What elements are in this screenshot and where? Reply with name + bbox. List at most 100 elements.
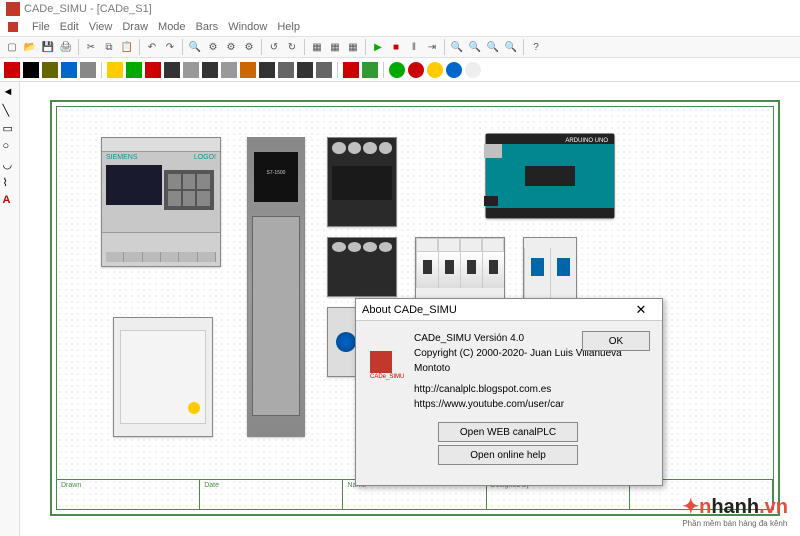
- comp-icon[interactable]: [107, 62, 123, 78]
- menu-help[interactable]: Help: [277, 21, 300, 33]
- zoom-all-icon[interactable]: 🔍: [503, 39, 519, 55]
- zoom-fit-icon[interactable]: 🔍: [485, 39, 501, 55]
- open-web-button[interactable]: Open WEB canalPLC: [438, 422, 578, 442]
- new-icon[interactable]: ▢: [4, 39, 20, 55]
- about-url1: http://canalplc.blogspot.com.es: [414, 382, 650, 397]
- device-siemens-logo[interactable]: SIEMENSLOGO!: [101, 137, 221, 267]
- grid-icon[interactable]: ▦: [309, 39, 325, 55]
- watermark-brand: ✦nhanh.vn: [682, 494, 788, 519]
- pause-icon[interactable]: ‖: [406, 39, 422, 55]
- comp-wire-icon[interactable]: [4, 62, 20, 78]
- about-url2: https://www.youtube.com/user/car: [414, 397, 650, 412]
- undo-icon[interactable]: ↶: [144, 39, 160, 55]
- separator: [261, 39, 262, 55]
- pointer-icon[interactable]: ◄: [3, 86, 17, 100]
- step-icon[interactable]: ⇥: [424, 39, 440, 55]
- device-rcd[interactable]: [113, 317, 213, 437]
- redo-icon[interactable]: ↷: [162, 39, 178, 55]
- comp-lamp-blue-icon[interactable]: [446, 62, 462, 78]
- comp-icon[interactable]: [23, 62, 39, 78]
- device-arduino-uno[interactable]: ARDUINO UNO: [485, 133, 615, 219]
- dialog-titlebar[interactable]: About CADe_SIMU ✕: [356, 299, 662, 321]
- menu-view[interactable]: View: [89, 21, 113, 33]
- help-icon[interactable]: ?: [528, 39, 544, 55]
- separator: [78, 39, 79, 55]
- comp-icon[interactable]: [126, 62, 142, 78]
- print-icon[interactable]: 🖨: [58, 39, 74, 55]
- tool-icon[interactable]: ⚙: [223, 39, 239, 55]
- open-help-button[interactable]: Open online help: [438, 445, 578, 465]
- stop-icon[interactable]: ■: [388, 39, 404, 55]
- left-toolbar: ◄ ╲ ▭ ○ ◡ ⌇ A: [0, 82, 20, 536]
- tb-date: Date: [200, 480, 343, 509]
- arc-icon[interactable]: ◡: [3, 158, 17, 172]
- text-icon[interactable]: A: [3, 194, 17, 208]
- cut-icon[interactable]: ✂: [83, 39, 99, 55]
- comp-icon[interactable]: [240, 62, 256, 78]
- separator: [383, 62, 384, 78]
- comp-lamp-red-icon[interactable]: [408, 62, 424, 78]
- menu-bar: File Edit View Draw Mode Bars Window Hel…: [0, 18, 800, 36]
- menu-draw[interactable]: Draw: [122, 21, 148, 33]
- component-toolbar: [0, 58, 800, 82]
- tool-icon[interactable]: ⚙: [241, 39, 257, 55]
- separator: [182, 39, 183, 55]
- device-contactor-aux[interactable]: [327, 237, 397, 297]
- close-icon[interactable]: ✕: [626, 302, 656, 318]
- zoom-out-icon[interactable]: 🔍: [467, 39, 483, 55]
- find-icon[interactable]: 🔍: [187, 39, 203, 55]
- separator: [365, 39, 366, 55]
- circle-icon[interactable]: ○: [3, 140, 17, 154]
- system-menu-icon[interactable]: [8, 22, 18, 32]
- device-s7-1500[interactable]: S7-1500: [247, 137, 305, 437]
- menu-file[interactable]: File: [32, 21, 50, 33]
- comp-lamp-white-icon[interactable]: [465, 62, 481, 78]
- comp-icon[interactable]: [221, 62, 237, 78]
- separator: [304, 39, 305, 55]
- separator: [139, 39, 140, 55]
- watermark-subtitle: Phần mềm bán hàng đa kênh: [682, 519, 788, 528]
- comp-icon[interactable]: [61, 62, 77, 78]
- open-icon[interactable]: 📂: [22, 39, 38, 55]
- comp-icon[interactable]: [278, 62, 294, 78]
- menu-window[interactable]: Window: [228, 21, 267, 33]
- zoom-in-icon[interactable]: 🔍: [449, 39, 465, 55]
- grid-icon[interactable]: ▦: [345, 39, 361, 55]
- rotate-right-icon[interactable]: ↻: [284, 39, 300, 55]
- line-icon[interactable]: ╲: [3, 104, 17, 118]
- comp-led-red-icon[interactable]: [343, 62, 359, 78]
- play-icon[interactable]: ▶: [370, 39, 386, 55]
- comp-icon[interactable]: [183, 62, 199, 78]
- rotate-left-icon[interactable]: ↺: [266, 39, 282, 55]
- ok-button[interactable]: OK: [582, 331, 650, 351]
- comp-icon[interactable]: [259, 62, 275, 78]
- polyline-icon[interactable]: ⌇: [3, 176, 17, 190]
- comp-led-green-icon[interactable]: [362, 62, 378, 78]
- comp-icon[interactable]: [316, 62, 332, 78]
- comp-lamp-yellow-icon[interactable]: [427, 62, 443, 78]
- watermark: ✦nhanh.vn Phần mềm bán hàng đa kênh: [682, 494, 788, 528]
- comp-icon[interactable]: [297, 62, 313, 78]
- comp-icon[interactable]: [145, 62, 161, 78]
- comp-icon[interactable]: [164, 62, 180, 78]
- comp-icon[interactable]: [80, 62, 96, 78]
- comp-lamp-green-icon[interactable]: [389, 62, 405, 78]
- grid-icon[interactable]: ▦: [327, 39, 343, 55]
- copy-icon[interactable]: ⧉: [101, 39, 117, 55]
- app-icon: [6, 2, 20, 16]
- main-toolbar: ▢ 📂 💾 🖨 ✂ ⧉ 📋 ↶ ↷ 🔍 ⚙ ⚙ ⚙ ↺ ↻ ▦ ▦ ▦ ▶ ■ …: [0, 36, 800, 58]
- separator: [337, 62, 338, 78]
- comp-icon[interactable]: [42, 62, 58, 78]
- paste-icon[interactable]: 📋: [119, 39, 135, 55]
- device-contactor[interactable]: [327, 137, 397, 227]
- tool-icon[interactable]: ⚙: [205, 39, 221, 55]
- save-icon[interactable]: 💾: [40, 39, 56, 55]
- menu-mode[interactable]: Mode: [158, 21, 186, 33]
- menu-edit[interactable]: Edit: [60, 21, 79, 33]
- tb-drawn: Drawn: [57, 480, 200, 509]
- menu-bars[interactable]: Bars: [196, 21, 219, 33]
- separator: [444, 39, 445, 55]
- comp-icon[interactable]: [202, 62, 218, 78]
- window-titlebar: CADe_SIMU - [CADe_S1]: [0, 0, 800, 18]
- rect-icon[interactable]: ▭: [3, 122, 17, 136]
